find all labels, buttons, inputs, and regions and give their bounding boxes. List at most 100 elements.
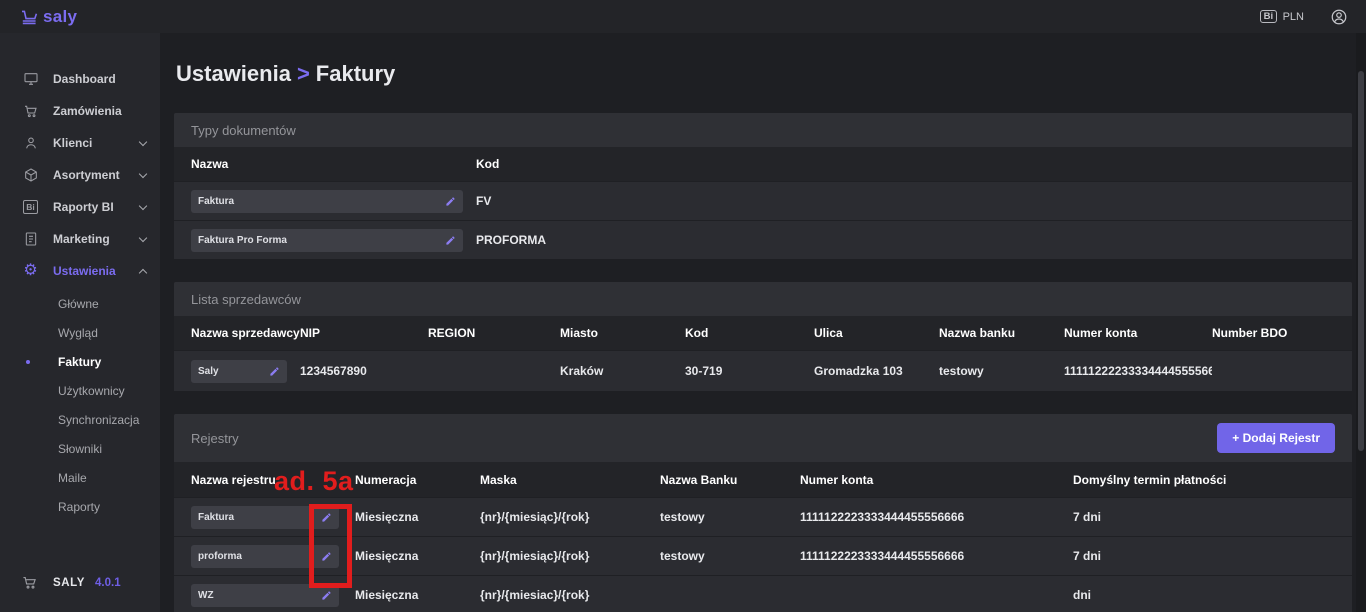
section-typy-dokumentow: Typy dokumentów Nazwa Kod FV PROFORMA: [174, 113, 1352, 259]
numeracja-value: Miesięczna: [355, 510, 480, 524]
sidebar-item-dashboard[interactable]: Dashboard: [0, 63, 160, 95]
column-header: Nazwa banku: [939, 326, 1064, 340]
sprzedawcy-table-header: Nazwa sprzedawcy NIP REGION Miasto Kod U…: [174, 316, 1352, 350]
maska-value: {nr}/{miesiąc}/{rok}: [480, 510, 660, 524]
sprzedawca-field[interactable]: [191, 360, 287, 383]
termin-value: 7 dni: [1073, 549, 1335, 563]
edit-pencil-icon[interactable]: [321, 590, 332, 601]
rejestr-input[interactable]: [198, 512, 321, 523]
kod-value: PROFORMA: [476, 233, 1335, 247]
konto-value: 1111122223333444455556666: [800, 510, 1073, 524]
annotation-label: ad. 5a: [274, 466, 354, 497]
termin-value: 7 dni: [1073, 510, 1335, 524]
numeracja-value: Miesięczna: [355, 549, 480, 563]
breadcrumb-separator: >: [291, 61, 316, 86]
breadcrumb: Ustawienia>Faktury: [160, 33, 1366, 113]
rejestry-title-bar: Rejestry + Dodaj Rejestr: [174, 414, 1352, 462]
rejestr-input[interactable]: [198, 551, 321, 562]
breadcrumb-parent[interactable]: Ustawienia: [176, 61, 291, 86]
active-indicator-dot: [26, 360, 30, 364]
cube-icon: [22, 167, 39, 184]
section-title: Lista sprzedawców: [174, 282, 1352, 316]
column-header: Numer konta: [1064, 326, 1212, 340]
rejestr-input[interactable]: [198, 590, 321, 601]
column-header: Domyślny termin płatności: [1073, 473, 1335, 487]
sidebar: Dashboard Zamówienia Klienci Asortyment …: [0, 33, 160, 612]
nazwa-field[interactable]: [191, 229, 463, 252]
sidebar-subitem-slowniki[interactable]: Słowniki: [0, 434, 160, 463]
chevron-down-icon: [139, 233, 147, 241]
sidebar-item-marketing[interactable]: Marketing: [0, 223, 160, 255]
column-header: NIP: [300, 326, 428, 340]
sidebar-subitem-faktury[interactable]: Faktury: [0, 347, 160, 376]
account-button[interactable]: [1330, 8, 1348, 26]
monitor-icon: [22, 71, 39, 88]
sidebar-item-label: Asortyment: [53, 168, 140, 182]
subitem-label: Raporty: [58, 500, 100, 514]
chevron-down-icon: [139, 169, 147, 177]
add-rejestr-button[interactable]: + Dodaj Rejestr: [1217, 423, 1335, 453]
column-header: Nazwa Banku: [660, 473, 800, 487]
konto-value: 1111122223333444455556666: [1064, 364, 1212, 378]
breadcrumb-current: Faktury: [316, 61, 395, 86]
sidebar-subitem-glowne[interactable]: Główne: [0, 289, 160, 318]
nazwa-field[interactable]: [191, 190, 463, 213]
column-header: Number BDO: [1212, 326, 1335, 340]
settings-submenu: Główne Wygląd Faktury Użytkownicy Synchr…: [0, 289, 160, 521]
nazwa-input[interactable]: [198, 235, 445, 246]
bank-value: testowy: [939, 364, 1064, 378]
subitem-label: Synchronizacja: [58, 413, 139, 427]
subitem-label: Główne: [58, 297, 99, 311]
topbar: saly Bi PLN: [0, 0, 1366, 33]
kod-value: 30-719: [685, 364, 814, 378]
sidebar-item-klienci[interactable]: Klienci: [0, 127, 160, 159]
sidebar-subitem-raporty[interactable]: Raporty: [0, 492, 160, 521]
annotation-rectangle: [309, 504, 352, 588]
sprzedawca-input[interactable]: [198, 366, 269, 377]
edit-pencil-icon[interactable]: [445, 235, 456, 246]
miasto-value: Kraków: [560, 364, 685, 378]
bank-value: testowy: [660, 510, 800, 524]
sidebar-item-label: Marketing: [53, 232, 140, 246]
edit-pencil-icon[interactable]: [269, 366, 280, 377]
ulica-value: Gromadzka 103: [814, 364, 939, 378]
chevron-down-icon: [139, 137, 147, 145]
sidebar-item-label: Klienci: [53, 136, 140, 150]
konto-value: 1111122223333444455556666: [800, 549, 1073, 563]
sidebar-item-label: Ustawienia: [53, 264, 140, 278]
edit-pencil-icon[interactable]: [445, 196, 456, 207]
subitem-label: Wygląd: [58, 326, 98, 340]
app-name: SALY: [53, 577, 85, 589]
document-icon: [22, 231, 39, 248]
sidebar-item-ustawienia[interactable]: ⚙ Ustawienia: [0, 255, 160, 287]
sidebar-subitem-wyglad[interactable]: Wygląd: [0, 318, 160, 347]
sidebar-item-asortyment[interactable]: Asortyment: [0, 159, 160, 191]
app-logo[interactable]: saly: [20, 7, 77, 27]
termin-value: dni: [1073, 588, 1335, 602]
currency-selector[interactable]: Bi PLN: [1260, 10, 1304, 24]
sidebar-subitem-synchronizacja[interactable]: Synchronizacja: [0, 405, 160, 434]
sidebar-subitem-maile[interactable]: Maile: [0, 463, 160, 492]
column-header: REGION: [428, 326, 560, 340]
cart-icon: [22, 103, 39, 120]
app-version: 4.0.1: [95, 577, 121, 589]
gear-icon: ⚙: [22, 263, 39, 280]
column-header: Nazwa: [191, 157, 476, 171]
scrollbar-thumb[interactable]: [1358, 71, 1364, 451]
sidebar-item-raporty-bi[interactable]: Bi Raporty BI: [0, 191, 160, 223]
typy-table-header: Nazwa Kod: [174, 147, 1352, 181]
cart-icon: [20, 9, 40, 25]
sidebar-subitem-uzytkownicy[interactable]: Użytkownicy: [0, 376, 160, 405]
chevron-up-icon: [139, 268, 147, 276]
column-header: Miasto: [560, 326, 685, 340]
sidebar-item-zamowienia[interactable]: Zamówienia: [0, 95, 160, 127]
vertical-scrollbar[interactable]: [1356, 33, 1366, 612]
column-header: Numer konta: [800, 473, 1073, 487]
section-title: Rejestry: [191, 431, 239, 446]
column-header: Ulica: [814, 326, 939, 340]
account-icon: [1330, 8, 1348, 26]
nip-value: 1234567890: [300, 364, 428, 378]
nazwa-input[interactable]: [198, 196, 445, 207]
chevron-down-icon: [139, 201, 147, 209]
column-header: Numeracja: [355, 473, 480, 487]
